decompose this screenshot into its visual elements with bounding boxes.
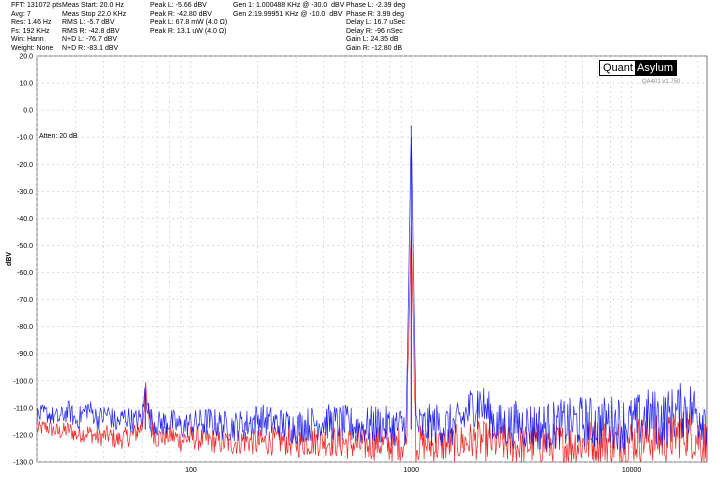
y-tick-label: 10.0: [19, 81, 33, 88]
attenuation-annotation: Atten: 20 dB: [39, 133, 78, 140]
y-tick-label: -30.0: [17, 189, 33, 196]
y-tick-label: -110.0: [14, 405, 33, 412]
y-tick-label: -60.0: [17, 270, 33, 277]
y-tick-label: -120.0: [13, 432, 33, 439]
x-tick-label: 10000: [622, 467, 642, 474]
y-tick-label: -80.0: [17, 324, 33, 331]
y-axis-label: dBV: [6, 252, 13, 266]
quantasylum-logo: Quant Asylum: [599, 60, 678, 76]
y-tick-label: -50.0: [17, 243, 33, 250]
plot-frame: [36, 55, 708, 463]
y-tick-label: -10.0: [17, 135, 33, 142]
y-tick-label: 0.0: [23, 108, 33, 115]
y-tick-label: -130.0: [13, 460, 33, 467]
plot-grid: [36, 55, 708, 463]
y-tick-label: 20.0: [19, 54, 33, 61]
y-tick-label: -70.0: [17, 297, 33, 304]
y-tick-label: -100.0: [13, 378, 33, 385]
x-tick-label: 100: [185, 467, 197, 474]
x-tick-label: 1000: [403, 467, 419, 474]
version-label: QA401 v1.750: [642, 79, 681, 85]
y-tick-label: -90.0: [17, 351, 33, 358]
y-tick-label: -40.0: [17, 216, 33, 223]
y-tick-label: -20.0: [17, 162, 33, 169]
